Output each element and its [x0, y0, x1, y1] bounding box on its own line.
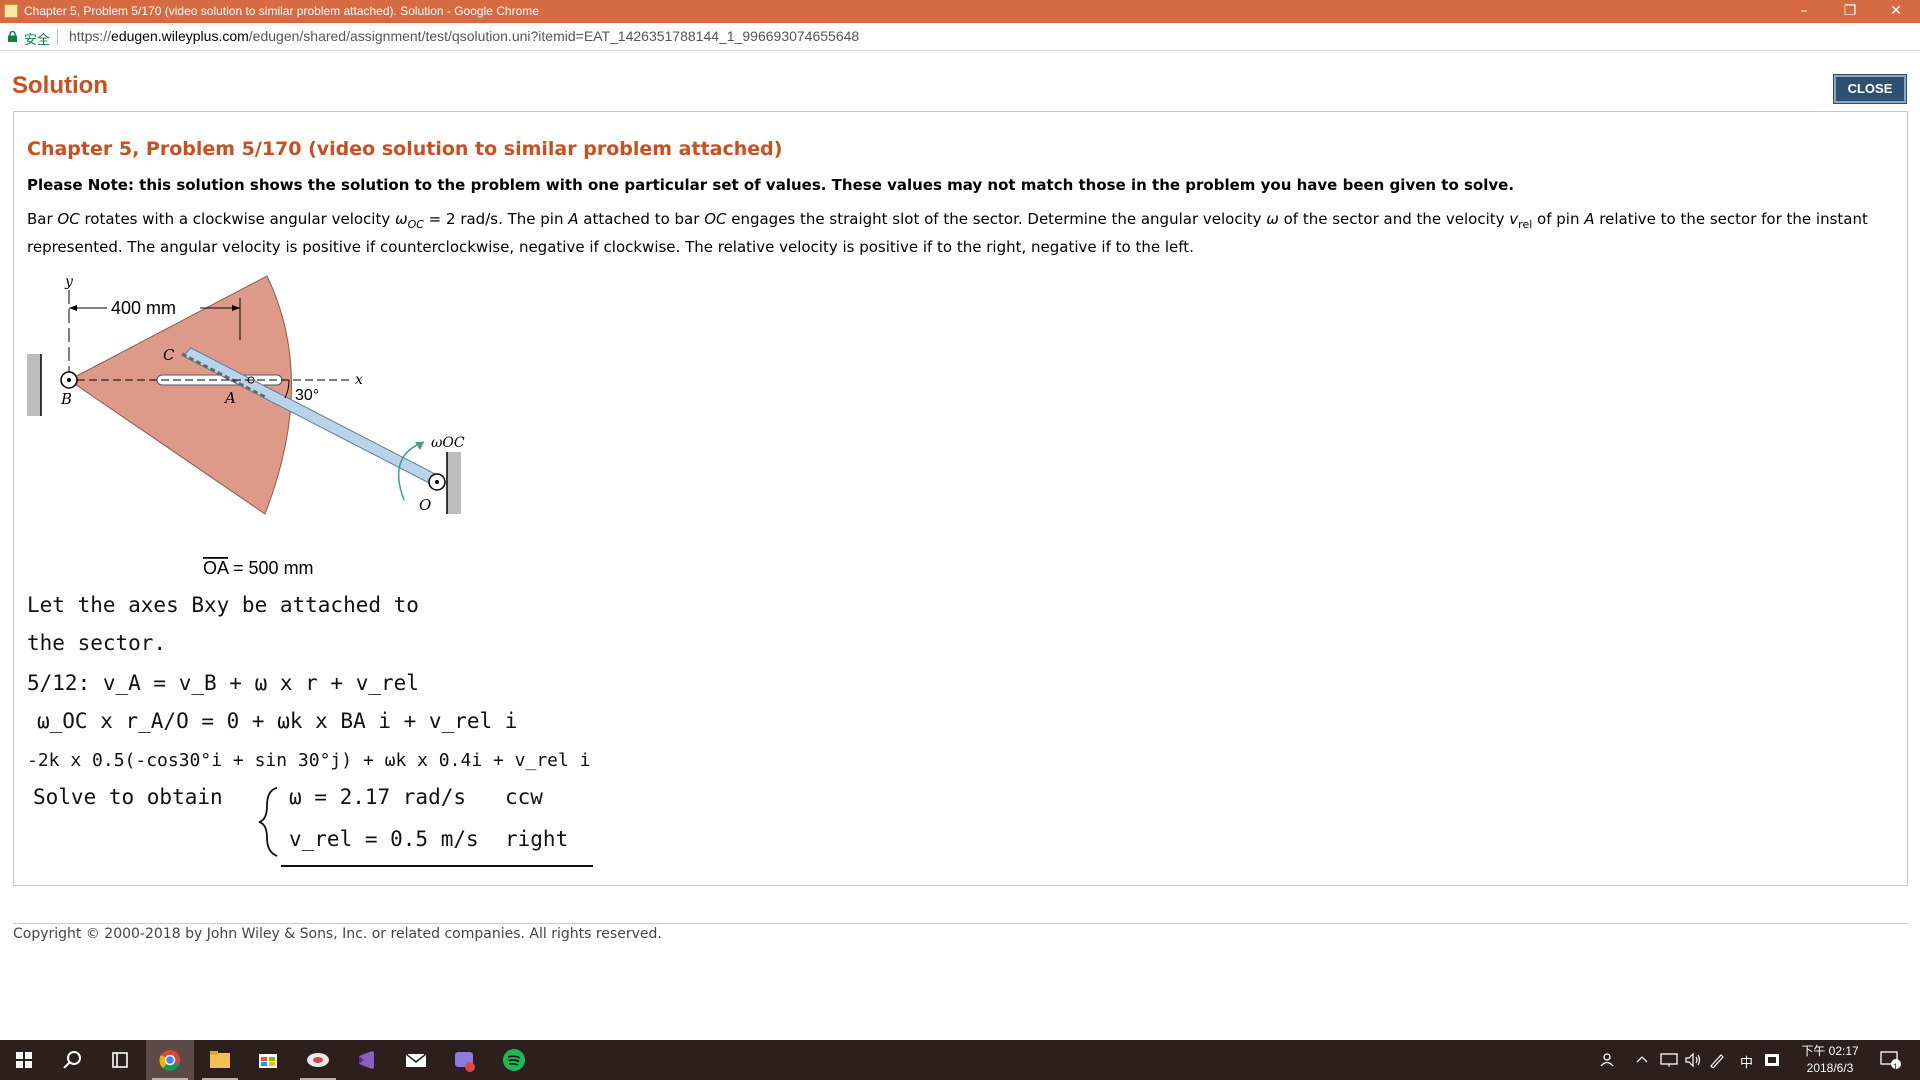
start-icon[interactable]: [0, 1040, 48, 1080]
hand-line-2: the sector.: [27, 631, 166, 655]
notification-icon[interactable]: [1880, 1050, 1902, 1073]
address-bar[interactable]: 安全 https://edugen.wileyplus.com/edugen/s…: [0, 23, 1920, 51]
wall-b: [27, 354, 41, 416]
hand-result-omega: ω = 2.17 rad/s: [289, 785, 466, 809]
people-icon[interactable]: [1600, 1052, 1616, 1071]
copyright-text: Copyright © 2000-2018 by John Wiley & So…: [13, 926, 662, 942]
label-c: C: [163, 346, 175, 364]
ime-indicator[interactable]: 中: [1740, 1052, 1753, 1071]
app-icon[interactable]: [294, 1040, 342, 1080]
search-icon[interactable]: [48, 1040, 96, 1080]
hand-result-vrel: v_rel = 0.5 m/s: [289, 827, 479, 851]
window-titlebar: Chapter 5, Problem 5/170 (video solution…: [0, 0, 1920, 23]
taskbar: 中 下午 02:17 2018/6/3 1: [0, 1040, 1920, 1080]
label-b: B: [60, 390, 72, 408]
volume-icon[interactable]: [1684, 1052, 1702, 1071]
dimension-400: 400 mm: [111, 298, 176, 318]
minimize-button[interactable]: –: [1781, 0, 1827, 23]
hand-result-vrel-dir: right: [505, 827, 568, 851]
label-o: O: [419, 496, 431, 514]
spotify-icon[interactable]: [490, 1040, 538, 1080]
label-x: x: [355, 372, 363, 388]
game-icon[interactable]: [440, 1040, 488, 1080]
lock-icon: [8, 31, 17, 42]
page-favicon-icon: [4, 4, 18, 18]
page-title: Solution: [12, 72, 108, 99]
label-y: y: [64, 274, 74, 290]
problem-statement: Bar OC rotates with a clockwise angular …: [27, 210, 1868, 256]
hand-line-4: ω_OC x r_A/O = 0 + ωk x BA i + v_rel i: [37, 709, 517, 733]
clock[interactable]: 下午 02:17 2018/6/3: [1790, 1043, 1870, 1077]
angle-label: 30°: [295, 387, 319, 404]
mail-icon[interactable]: [392, 1040, 440, 1080]
visual-studio-icon[interactable]: [342, 1040, 390, 1080]
url-text[interactable]: https://edugen.wileyplus.com/edugen/shar…: [69, 28, 859, 44]
file-explorer-icon[interactable]: [196, 1040, 244, 1080]
clock-time: 下午 02:17: [1801, 1044, 1859, 1058]
problem-title: Chapter 5, Problem 5/170 (video solution…: [27, 138, 783, 160]
solution-note: Please Note: this solution shows the sol…: [27, 176, 1515, 194]
hand-line-1: Let the axes Bxy be attached to: [27, 593, 419, 617]
notification-count: 1: [1893, 1062, 1899, 1072]
task-view-icon[interactable]: [96, 1040, 144, 1080]
close-window-button[interactable]: ✕: [1873, 0, 1919, 23]
close-button[interactable]: CLOSE: [1833, 74, 1907, 104]
oa-caption: OA = 500 mm: [203, 558, 314, 578]
chevron-up-icon[interactable]: [1636, 1052, 1648, 1071]
network-icon[interactable]: [1660, 1052, 1678, 1071]
keyboard-icon[interactable]: [1764, 1052, 1780, 1071]
hand-result-omega-dir: ccw: [505, 785, 543, 809]
mechanism-figure: y x 400 mm 30° C A B O ωOC OA = 500 mm: [27, 274, 465, 578]
chrome-icon[interactable]: [146, 1040, 194, 1080]
address-divider: [57, 29, 58, 45]
hand-line-5: -2k x 0.5(-cos30°i + sin 30°j) + ωk x 0.…: [27, 750, 591, 771]
hand-solve: Solve to obtain: [33, 785, 223, 809]
window-title: Chapter 5, Problem 5/170 (video solution…: [24, 4, 539, 18]
solution-panel: Chapter 5, Problem 5/170 (video solution…: [13, 111, 1908, 886]
secure-label[interactable]: 安全: [24, 29, 50, 48]
label-omega-oc: ωOC: [431, 435, 465, 451]
store-icon[interactable]: [244, 1040, 292, 1080]
pen-icon[interactable]: [1708, 1052, 1726, 1071]
footer-divider: [13, 923, 1908, 924]
label-a: A: [223, 389, 236, 407]
handwritten-solution: Let the axes Bxy be attached to the sect…: [27, 593, 593, 867]
hand-line-3: 5/12: v_A = v_B + ω x r + v_rel: [27, 671, 419, 695]
wall-o: [447, 452, 461, 514]
restore-button[interactable]: ❐: [1827, 0, 1873, 23]
clock-date: 2018/6/3: [1806, 1061, 1854, 1075]
